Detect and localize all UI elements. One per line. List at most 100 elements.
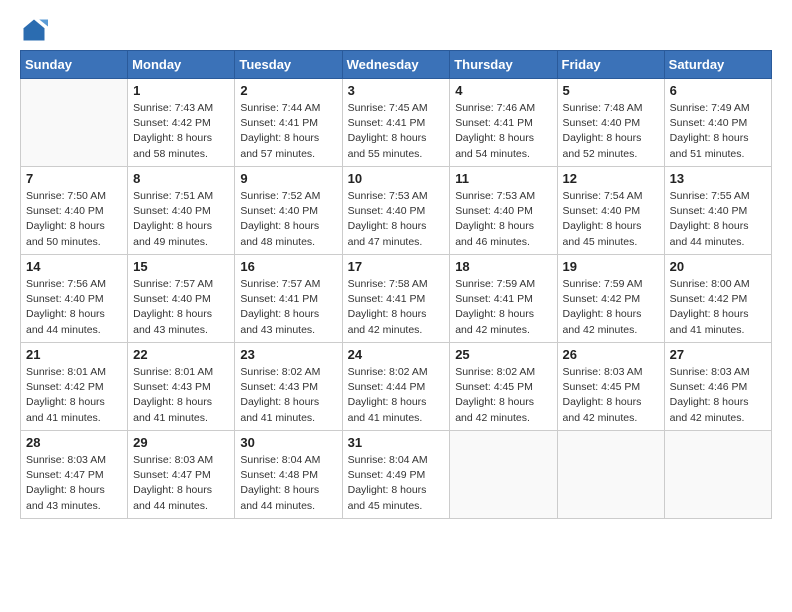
- day-number: 20: [670, 259, 766, 274]
- day-info: Sunrise: 7:51 AMSunset: 4:40 PMDaylight:…: [133, 189, 229, 250]
- day-of-week-saturday: Saturday: [664, 51, 771, 79]
- day-number: 30: [240, 435, 336, 450]
- day-number: 4: [455, 83, 551, 98]
- calendar-cell: 1 Sunrise: 7:43 AMSunset: 4:42 PMDaylight…: [128, 79, 235, 167]
- day-number: 31: [348, 435, 445, 450]
- calendar-cell: 8 Sunrise: 7:51 AMSunset: 4:40 PMDaylight…: [128, 167, 235, 255]
- day-number: 19: [563, 259, 659, 274]
- logo-icon: [20, 16, 48, 44]
- day-number: 12: [563, 171, 659, 186]
- calendar-header: SundayMondayTuesdayWednesdayThursdayFrid…: [21, 51, 772, 79]
- calendar-cell: 28 Sunrise: 8:03 AMSunset: 4:47 PMDayligh…: [21, 431, 128, 519]
- calendar-cell: 27 Sunrise: 8:03 AMSunset: 4:46 PMDayligh…: [664, 343, 771, 431]
- day-number: 8: [133, 171, 229, 186]
- day-number: 26: [563, 347, 659, 362]
- day-info: Sunrise: 7:53 AMSunset: 4:40 PMDaylight:…: [455, 189, 551, 250]
- page-header: [20, 16, 772, 44]
- day-number: 14: [26, 259, 122, 274]
- day-info: Sunrise: 8:04 AMSunset: 4:49 PMDaylight:…: [348, 453, 445, 514]
- day-number: 25: [455, 347, 551, 362]
- day-info: Sunrise: 7:58 AMSunset: 4:41 PMDaylight:…: [348, 277, 445, 338]
- calendar-cell: 19 Sunrise: 7:59 AMSunset: 4:42 PMDayligh…: [557, 255, 664, 343]
- week-row: 21 Sunrise: 8:01 AMSunset: 4:42 PMDayligh…: [21, 343, 772, 431]
- day-info: Sunrise: 8:02 AMSunset: 4:44 PMDaylight:…: [348, 365, 445, 426]
- calendar-cell: 2Sunrise: 7:44 AMSunset: 4:41 PMDaylight…: [235, 79, 342, 167]
- day-info: Sunrise: 8:03 AMSunset: 4:47 PMDaylight:…: [26, 453, 122, 514]
- day-info: Sunrise: 8:01 AMSunset: 4:43 PMDaylight:…: [133, 365, 229, 426]
- calendar-cell: 25 Sunrise: 8:02 AMSunset: 4:45 PMDayligh…: [450, 343, 557, 431]
- day-number: 29: [133, 435, 229, 450]
- day-info: Sunrise: 7:49 AMSunset: 4:40 PMDaylight:…: [670, 101, 766, 162]
- day-number: 7: [26, 171, 122, 186]
- calendar-cell: 18 Sunrise: 7:59 AMSunset: 4:41 PMDayligh…: [450, 255, 557, 343]
- calendar-cell: 17 Sunrise: 7:58 AMSunset: 4:41 PMDayligh…: [342, 255, 450, 343]
- day-info: Sunrise: 7:57 AMSunset: 4:41 PMDaylight:…: [240, 277, 336, 338]
- day-of-week-tuesday: Tuesday: [235, 51, 342, 79]
- day-number: 27: [670, 347, 766, 362]
- day-info: Sunrise: 8:02 AMSunset: 4:45 PMDaylight:…: [455, 365, 551, 426]
- week-row: 28 Sunrise: 8:03 AMSunset: 4:47 PMDayligh…: [21, 431, 772, 519]
- calendar-cell: [450, 431, 557, 519]
- day-number: 28: [26, 435, 122, 450]
- day-info: Sunrise: 8:03 AMSunset: 4:47 PMDaylight:…: [133, 453, 229, 514]
- day-number: 10: [348, 171, 445, 186]
- calendar-cell: 9Sunrise: 7:52 AMSunset: 4:40 PMDaylight…: [235, 167, 342, 255]
- day-number: 3: [348, 83, 445, 98]
- day-of-week-sunday: Sunday: [21, 51, 128, 79]
- day-info: Sunrise: 7:43 AMSunset: 4:42 PMDaylight:…: [133, 101, 229, 162]
- day-info: Sunrise: 8:03 AMSunset: 4:45 PMDaylight:…: [563, 365, 659, 426]
- day-number: 1: [133, 83, 229, 98]
- week-row: 14 Sunrise: 7:56 AMSunset: 4:40 PMDayligh…: [21, 255, 772, 343]
- calendar-body: 1 Sunrise: 7:43 AMSunset: 4:42 PMDaylight…: [21, 79, 772, 519]
- calendar-cell: 20Sunrise: 8:00 AMSunset: 4:42 PMDayligh…: [664, 255, 771, 343]
- day-of-week-wednesday: Wednesday: [342, 51, 450, 79]
- day-info: Sunrise: 7:56 AMSunset: 4:40 PMDaylight:…: [26, 277, 122, 338]
- day-info: Sunrise: 7:53 AMSunset: 4:40 PMDaylight:…: [348, 189, 445, 250]
- day-info: Sunrise: 7:48 AMSunset: 4:40 PMDaylight:…: [563, 101, 659, 162]
- day-number: 17: [348, 259, 445, 274]
- day-number: 9: [240, 171, 336, 186]
- calendar-cell: 21 Sunrise: 8:01 AMSunset: 4:42 PMDayligh…: [21, 343, 128, 431]
- calendar-cell: 15Sunrise: 7:57 AMSunset: 4:40 PMDayligh…: [128, 255, 235, 343]
- day-info: Sunrise: 7:59 AMSunset: 4:41 PMDaylight:…: [455, 277, 551, 338]
- days-of-week-row: SundayMondayTuesdayWednesdayThursdayFrid…: [21, 51, 772, 79]
- calendar-cell: 6 Sunrise: 7:49 AMSunset: 4:40 PMDaylight…: [664, 79, 771, 167]
- day-number: 18: [455, 259, 551, 274]
- day-number: 24: [348, 347, 445, 362]
- calendar-cell: 4 Sunrise: 7:46 AMSunset: 4:41 PMDaylight…: [450, 79, 557, 167]
- day-info: Sunrise: 7:50 AMSunset: 4:40 PMDaylight:…: [26, 189, 122, 250]
- logo: [20, 16, 52, 44]
- day-info: Sunrise: 7:55 AMSunset: 4:40 PMDaylight:…: [670, 189, 766, 250]
- day-number: 16: [240, 259, 336, 274]
- calendar-cell: 10 Sunrise: 7:53 AMSunset: 4:40 PMDayligh…: [342, 167, 450, 255]
- calendar-cell: 30 Sunrise: 8:04 AMSunset: 4:48 PMDayligh…: [235, 431, 342, 519]
- day-number: 13: [670, 171, 766, 186]
- day-number: 2: [240, 83, 336, 98]
- day-info: Sunrise: 7:46 AMSunset: 4:41 PMDaylight:…: [455, 101, 551, 162]
- week-row: 1 Sunrise: 7:43 AMSunset: 4:42 PMDaylight…: [21, 79, 772, 167]
- day-number: 6: [670, 83, 766, 98]
- day-number: 21: [26, 347, 122, 362]
- day-number: 11: [455, 171, 551, 186]
- calendar-cell: 3Sunrise: 7:45 AMSunset: 4:41 PMDaylight…: [342, 79, 450, 167]
- calendar-cell: 22 Sunrise: 8:01 AMSunset: 4:43 PMDayligh…: [128, 343, 235, 431]
- day-number: 23: [240, 347, 336, 362]
- day-info: Sunrise: 8:02 AMSunset: 4:43 PMDaylight:…: [240, 365, 336, 426]
- day-info: Sunrise: 8:01 AMSunset: 4:42 PMDaylight:…: [26, 365, 122, 426]
- day-number: 22: [133, 347, 229, 362]
- calendar-cell: 12Sunrise: 7:54 AMSunset: 4:40 PMDayligh…: [557, 167, 664, 255]
- calendar-cell: [664, 431, 771, 519]
- calendar-cell: 26 Sunrise: 8:03 AMSunset: 4:45 PMDayligh…: [557, 343, 664, 431]
- calendar-cell: 24 Sunrise: 8:02 AMSunset: 4:44 PMDayligh…: [342, 343, 450, 431]
- calendar-cell: 14 Sunrise: 7:56 AMSunset: 4:40 PMDayligh…: [21, 255, 128, 343]
- calendar-cell: 31 Sunrise: 8:04 AMSunset: 4:49 PMDayligh…: [342, 431, 450, 519]
- calendar-cell: [21, 79, 128, 167]
- day-number: 15: [133, 259, 229, 274]
- calendar-cell: 11 Sunrise: 7:53 AMSunset: 4:40 PMDayligh…: [450, 167, 557, 255]
- calendar: SundayMondayTuesdayWednesdayThursdayFrid…: [20, 50, 772, 519]
- day-of-week-friday: Friday: [557, 51, 664, 79]
- day-of-week-thursday: Thursday: [450, 51, 557, 79]
- day-info: Sunrise: 8:03 AMSunset: 4:46 PMDaylight:…: [670, 365, 766, 426]
- day-info: Sunrise: 7:59 AMSunset: 4:42 PMDaylight:…: [563, 277, 659, 338]
- day-info: Sunrise: 8:04 AMSunset: 4:48 PMDaylight:…: [240, 453, 336, 514]
